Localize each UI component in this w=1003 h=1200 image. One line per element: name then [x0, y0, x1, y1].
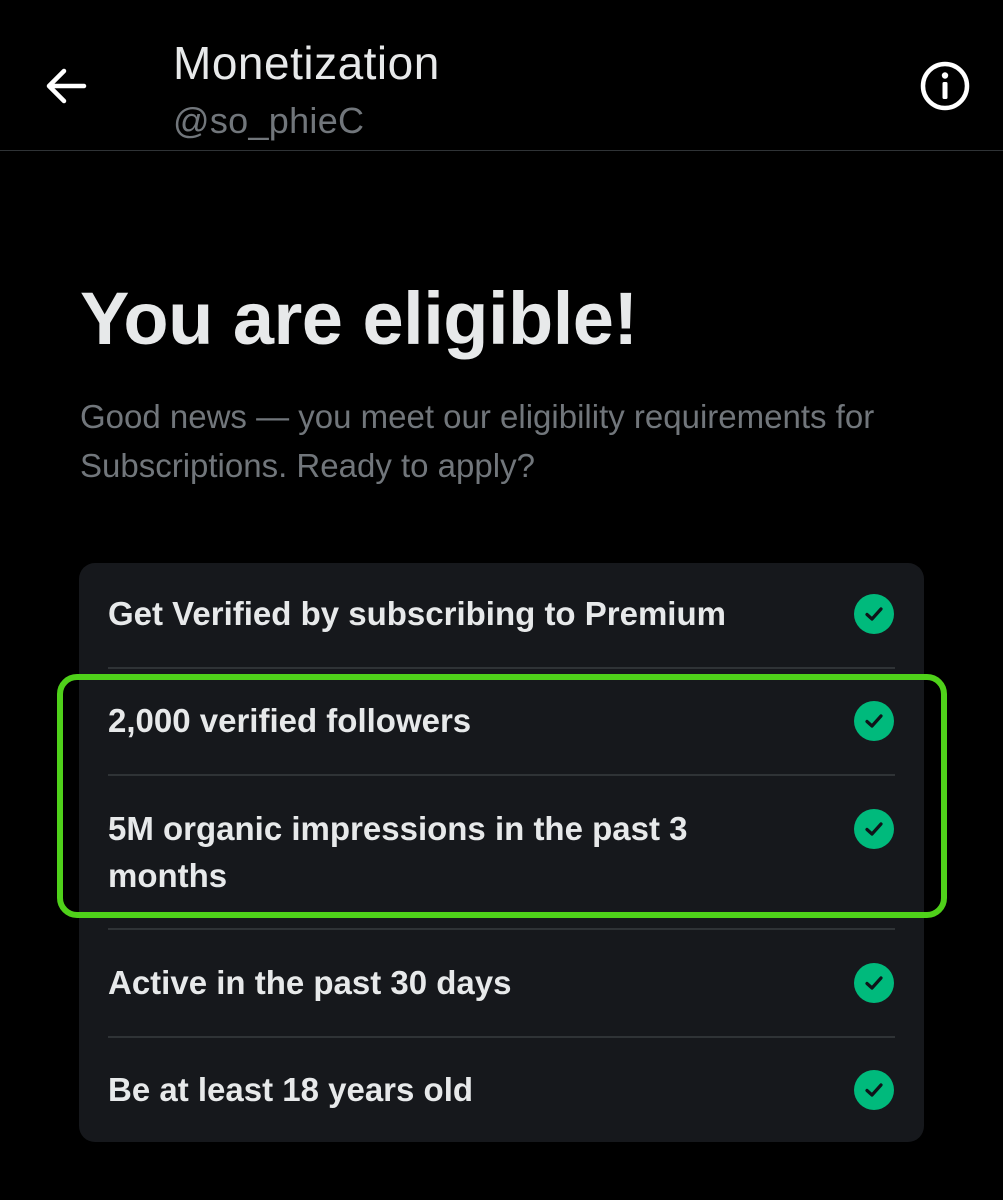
- check-circle-icon: [854, 701, 894, 741]
- account-handle: @so_phieC: [173, 100, 365, 141]
- requirement-label: Active in the past 30 days: [108, 964, 512, 1001]
- row-divider: [108, 928, 895, 930]
- page-title: Monetization: [173, 37, 440, 89]
- requirements-card: Get Verified by subscribing to Premium 2…: [79, 563, 924, 1142]
- row-divider: [108, 774, 895, 776]
- check-circle-icon: [854, 963, 894, 1003]
- row-divider: [108, 1036, 895, 1038]
- top-app-bar: Monetization @so_phieC: [0, 0, 1003, 151]
- check-circle-icon: [854, 594, 894, 634]
- back-button[interactable]: [36, 56, 96, 116]
- eligibility-headline: You are eligible!: [80, 277, 638, 360]
- arrow-left-icon: [46, 68, 87, 104]
- info-circle-icon: [920, 61, 970, 111]
- requirement-label: Be at least 18 years old: [108, 1071, 474, 1108]
- requirement-label: Get Verified by subscribing to Premium: [108, 595, 726, 632]
- requirement-label: 2,000 verified followers: [108, 702, 472, 739]
- eligibility-description: Good news — you meet our eligibility req…: [80, 398, 875, 484]
- check-circle-icon: [854, 809, 894, 849]
- check-circle-icon: [854, 1070, 894, 1110]
- row-divider: [108, 667, 895, 669]
- requirement-label: 5M organic impressions in the past 3 mon…: [108, 810, 688, 894]
- info-button[interactable]: [915, 56, 975, 116]
